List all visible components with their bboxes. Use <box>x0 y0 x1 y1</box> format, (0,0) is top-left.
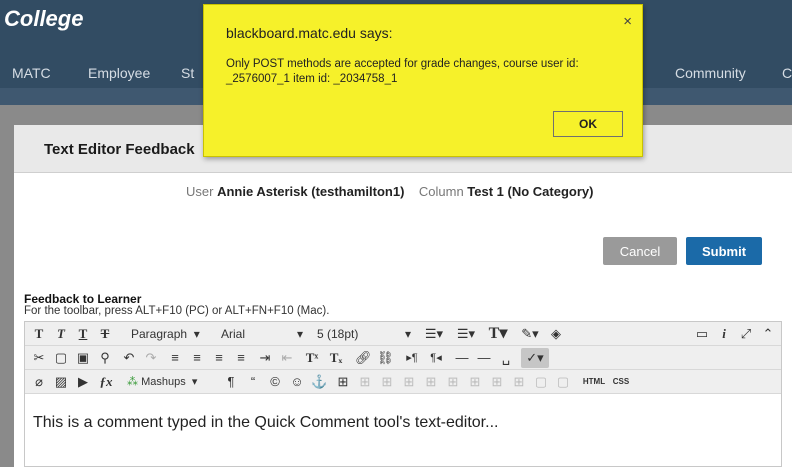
size-select[interactable]: 5 (18pt) <box>317 324 358 344</box>
paste-icon[interactable]: ▣ <box>75 348 91 368</box>
dialog-message: Only POST methods are accepted for grade… <box>226 58 579 85</box>
media-icon[interactable]: ▶ <box>75 372 91 392</box>
user-name: Annie Asterisk (testhamilton1) <box>217 184 405 199</box>
table-row-icon[interactable]: ⊞ <box>357 372 373 392</box>
page-title: Text Editor Feedback <box>44 141 195 158</box>
cancel-button[interactable]: Cancel <box>603 237 677 265</box>
cut-icon[interactable]: ✂ <box>31 348 47 368</box>
table-insert-icon[interactable]: ⊞ <box>423 372 439 392</box>
attach-icon[interactable]: ⌀ <box>31 372 47 392</box>
math-icon[interactable]: ƒx <box>97 372 115 392</box>
table-col-icon[interactable]: ⊞ <box>379 372 395 392</box>
strikethrough-icon[interactable]: T <box>97 324 113 344</box>
column-name: Test 1 (No Category) <box>467 184 594 199</box>
spellcheck-icon[interactable]: ✓▾ <box>521 348 549 368</box>
quote-icon[interactable]: “ <box>245 372 261 392</box>
toolbar-hint: For the toolbar, press ALT+F10 (PC) or A… <box>24 305 330 317</box>
html-button[interactable]: HTML <box>579 372 609 392</box>
editor-content[interactable]: This is a comment typed in the Quick Com… <box>33 414 498 432</box>
highlight-icon[interactable]: ✎▾ <box>517 324 543 344</box>
paragraph-select[interactable]: Paragraph ▾ <box>131 324 200 344</box>
css-button[interactable]: CSS <box>609 372 633 392</box>
link-icon[interactable]: 🔗︎ <box>355 348 372 368</box>
table-props-icon[interactable]: ⊞ <box>511 372 527 392</box>
alert-dialog: × blackboard.matc.edu says: Only POST me… <box>203 4 643 157</box>
table-blank-icon[interactable]: ▢ <box>533 372 549 392</box>
table-delete-icon[interactable]: ⊞ <box>445 372 461 392</box>
ltr-icon[interactable]: ▸¶ <box>403 348 421 368</box>
emoticon-icon[interactable]: ☺ <box>289 372 305 392</box>
preview-icon[interactable]: ▭ <box>693 324 711 344</box>
align-right-icon[interactable]: ≡ <box>211 348 227 368</box>
copyright-icon[interactable]: © <box>267 372 283 392</box>
underline-icon[interactable]: T <box>75 324 91 344</box>
info-icon[interactable]: i <box>715 324 733 344</box>
image-icon[interactable]: ▨ <box>53 372 69 392</box>
nav-matc[interactable]: MATC <box>12 65 51 81</box>
paragraph-value: Paragraph <box>131 327 188 341</box>
column-label: Column <box>418 184 464 199</box>
rtl-icon[interactable]: ¶◂ <box>427 348 445 368</box>
justify-icon[interactable]: ≡ <box>233 348 249 368</box>
toolbar-row-1: T T T T Paragraph ▾ Arial ▾ 5 (18pt) ▾ ☰… <box>25 322 781 346</box>
fullscreen-icon[interactable]: ⤢ <box>737 324 755 344</box>
nav-community[interactable]: Community <box>675 65 746 81</box>
size-value: 5 (18pt) <box>317 327 359 341</box>
font-select[interactable]: Arial <box>221 324 245 344</box>
text-color-icon[interactable]: T▾ <box>483 324 513 344</box>
bold-icon[interactable]: T <box>31 324 47 344</box>
numbered-list-icon[interactable]: ☰▾ <box>453 324 479 344</box>
outdent-icon[interactable]: ⇤ <box>279 348 295 368</box>
table-cell-icon[interactable]: ⊞ <box>401 372 417 392</box>
redo-icon[interactable]: ↷ <box>143 348 159 368</box>
font-value: Arial <box>221 327 246 341</box>
feedback-label: Feedback to Learner <box>24 292 142 306</box>
table-merge-icon[interactable]: ⊞ <box>467 372 483 392</box>
undo-icon[interactable]: ↶ <box>121 348 137 368</box>
table-blank2-icon[interactable]: ▢ <box>555 372 571 392</box>
nav-employee[interactable]: Employee <box>88 65 150 81</box>
mashups-select[interactable]: ⁂ Mashups ▾ <box>127 372 197 392</box>
find-icon[interactable]: ⚲ <box>97 348 113 368</box>
bullet-list-icon[interactable]: ☰▾ <box>421 324 447 344</box>
unlink-icon[interactable]: ⛓︎ <box>377 348 394 368</box>
user-label: User <box>186 184 214 199</box>
submit-button[interactable]: Submit <box>686 237 762 265</box>
eraser-icon[interactable]: ◈ <box>547 324 565 344</box>
nav-student[interactable]: St <box>181 65 194 81</box>
dialog-title: blackboard.matc.edu says: <box>226 25 393 41</box>
paragraph-mark-icon[interactable]: ¶ <box>223 372 239 392</box>
nav-extra[interactable]: C <box>782 65 792 81</box>
mashups-value: Mashups <box>141 376 186 388</box>
nonbreaking-space-icon[interactable]: ␣ <box>497 348 515 368</box>
size-dropdown-icon[interactable]: ▾ <box>405 324 411 344</box>
align-center-icon[interactable]: ≡ <box>189 348 205 368</box>
font-dropdown-icon[interactable]: ▾ <box>297 324 303 344</box>
line-icon[interactable]: — <box>475 348 493 368</box>
horizontal-rule-icon[interactable]: — <box>453 348 471 368</box>
italic-icon[interactable]: T <box>53 324 69 344</box>
superscript-icon[interactable]: Tˣ <box>303 348 321 368</box>
table-icon[interactable]: ⊞ <box>335 372 351 392</box>
subscript-icon[interactable]: Tₓ <box>327 348 345 368</box>
brand-logo: College <box>4 6 84 31</box>
user-column-line: User Annie Asterisk (testhamilton1) Colu… <box>186 184 593 199</box>
anchor-icon[interactable]: ⚓ <box>311 372 327 392</box>
toolbar-row-2: ✂ ▢ ▣ ⚲ ↶ ↷ ≡ ≡ ≡ ≡ ⇥ ⇤ Tˣ Tₓ 🔗︎ ⛓︎ ▸¶ ¶… <box>25 346 781 370</box>
table-split-icon[interactable]: ⊞ <box>489 372 505 392</box>
toolbar-row-3: ⌀ ▨ ▶ ƒx ⁂ Mashups ▾ ¶ “ © ☺ ⚓ ⊞ ⊞ ⊞ ⊞ ⊞… <box>25 370 781 394</box>
collapse-icon[interactable]: ⌃ <box>759 324 777 344</box>
ok-button[interactable]: OK <box>553 111 623 137</box>
align-left-icon[interactable]: ≡ <box>167 348 183 368</box>
mashups-icon: ⁂ <box>127 376 138 388</box>
close-icon[interactable]: × <box>623 13 632 30</box>
indent-icon[interactable]: ⇥ <box>257 348 273 368</box>
text-editor[interactable]: T T T T Paragraph ▾ Arial ▾ 5 (18pt) ▾ ☰… <box>24 321 782 467</box>
copy-icon[interactable]: ▢ <box>53 348 69 368</box>
